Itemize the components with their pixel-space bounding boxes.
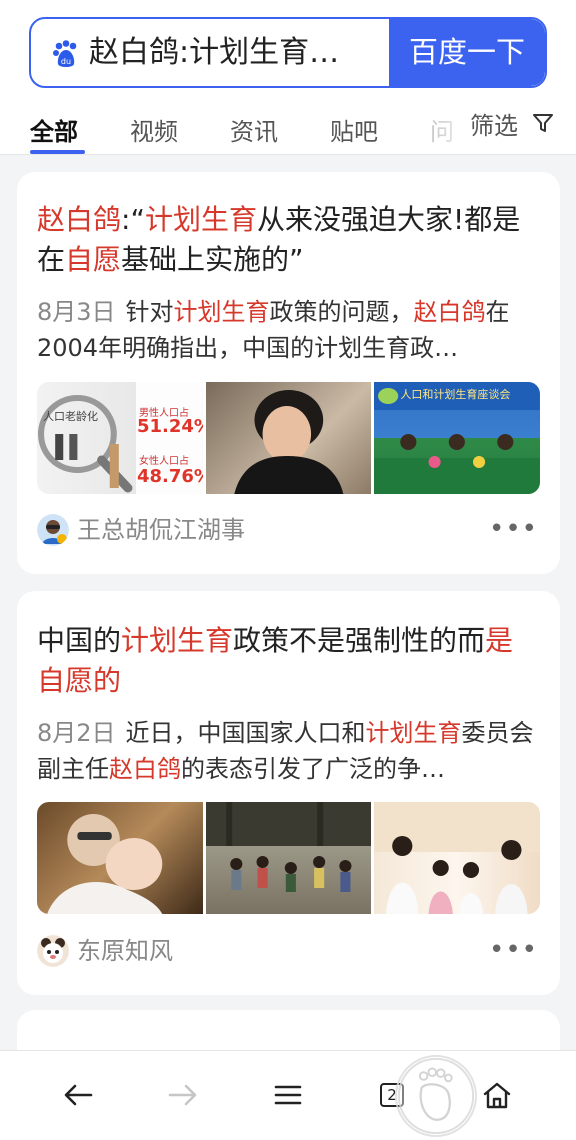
stat-male: 51.24%	[137, 416, 203, 437]
thumbnail-children-group[interactable]	[205, 802, 372, 914]
highlighted-keyword: 计划生育	[173, 298, 270, 326]
result-card[interactable]: 赵白鸽:“计划生育从来没强迫大家!都是在自愿基础上实施的” 8月3日 针对计划生育…	[17, 172, 560, 574]
bottom-nav: 2	[0, 1050, 576, 1140]
active-tab-indicator	[30, 150, 85, 154]
result-summary: 8月3日 针对计划生育政策的问题，赵白鸽在2004年明确指出，中国的计划生育政…	[37, 294, 540, 366]
result-card[interactable]: 中国的计划生育政策不是强制性的而是自愿的 8月2日 近日，中国国家人口和计划生育委…	[17, 591, 560, 995]
result-images[interactable]	[37, 802, 540, 914]
header: du 赵白鸽:计划生育… 百度一下 全部 视频 资讯 贴吧 问 筛选	[0, 0, 576, 155]
text-segment: 政策的问题，	[269, 298, 414, 326]
text-segment: 政策不是强制性的而	[233, 624, 486, 657]
svg-text:du: du	[61, 57, 71, 66]
thumbnail-caption: 人口老龄化	[43, 410, 98, 423]
more-options-icon[interactable]: •••	[489, 935, 538, 965]
text-segment: :“	[121, 203, 145, 236]
highlighted-keyword: 计划生育	[365, 719, 462, 747]
text-segment: 中国的	[37, 624, 122, 657]
highlighted-keyword: 计划生育	[144, 203, 257, 236]
filter-button[interactable]: 筛选	[466, 104, 576, 144]
tab-video[interactable]: 视频	[130, 112, 178, 147]
highlighted-keyword: 赵白鸽	[413, 298, 486, 326]
footprint-watermark-icon	[395, 1055, 477, 1137]
back-button[interactable]	[56, 1073, 100, 1117]
highlighted-keyword: 赵白鸽	[109, 755, 181, 783]
highlighted-keyword: 赵白鸽	[37, 203, 122, 236]
home-button[interactable]	[475, 1073, 519, 1117]
text-segment: 基础上实施的”	[121, 243, 304, 276]
thumbnail-caption: 人口和计划生育座谈会	[400, 388, 511, 401]
result-date: 8月3日	[37, 298, 116, 326]
result-title[interactable]: 中国的计划生育政策不是强制性的而是自愿的	[37, 621, 540, 701]
highlighted-keyword: 自愿	[65, 243, 122, 276]
thumbnail-portrait[interactable]	[205, 382, 372, 494]
thumbnail-meeting[interactable]: 人口和计划生育座谈会	[374, 382, 540, 494]
thumbnail-grandfather[interactable]	[37, 802, 203, 914]
more-options-icon[interactable]: •••	[489, 514, 538, 544]
thumbnail-family[interactable]	[374, 802, 540, 914]
result-tabs: 全部 视频 资讯 贴吧 问 筛选	[0, 100, 576, 155]
baidu-paw-icon: du	[53, 40, 77, 67]
highlighted-keyword: 计划生育	[121, 624, 234, 657]
text-segment: 针对	[125, 298, 174, 326]
arrow-right-icon	[168, 1084, 197, 1106]
text-segment: 近日，中国国家人口和	[125, 719, 366, 747]
tab-all[interactable]: 全部	[30, 112, 78, 147]
source-name: 东原知风	[77, 937, 173, 965]
stat-label-female: 女性人口占	[139, 456, 189, 467]
text-segment: 的表态引发了广泛的争…	[181, 755, 445, 783]
menu-icon	[274, 1085, 302, 1105]
forward-button[interactable]	[161, 1073, 205, 1117]
result-images[interactable]: 人口老龄化 男性人口占 51.24% 女性人口占 48.76%	[37, 382, 540, 494]
family-illustration	[374, 802, 540, 914]
menu-button[interactable]	[266, 1073, 310, 1117]
children-illustration	[205, 802, 372, 892]
avatar	[37, 514, 69, 546]
source-name: 王总胡侃江湖事	[77, 516, 245, 544]
avatar	[37, 935, 69, 967]
grandfather-illustration	[47, 814, 163, 914]
filter-label: 筛选	[470, 112, 518, 140]
funnel-icon	[533, 114, 553, 132]
tab-news[interactable]: 资讯	[230, 112, 278, 147]
search-box[interactable]: du 赵白鸽:计划生育… 百度一下	[29, 17, 547, 88]
result-title[interactable]: 赵白鸽:“计划生育从来没强迫大家!都是在自愿基础上实施的”	[37, 200, 540, 280]
home-icon	[483, 1082, 511, 1109]
tab-tieba[interactable]: 贴吧	[330, 112, 378, 147]
result-summary: 8月2日 近日，中国国家人口和计划生育委员会副主任赵白鸽的表态引发了广泛的争…	[37, 715, 540, 787]
result-date: 8月2日	[37, 719, 116, 747]
portrait-illustration	[233, 390, 344, 494]
arrow-left-icon	[64, 1084, 93, 1106]
thumbnail-aging[interactable]: 人口老龄化 男性人口占 51.24% 女性人口占 48.76%	[37, 382, 203, 494]
search-input[interactable]: 赵白鸽:计划生育…	[89, 19, 399, 86]
search-button[interactable]: 百度一下	[389, 19, 545, 86]
stat-female: 48.76%	[137, 466, 203, 487]
